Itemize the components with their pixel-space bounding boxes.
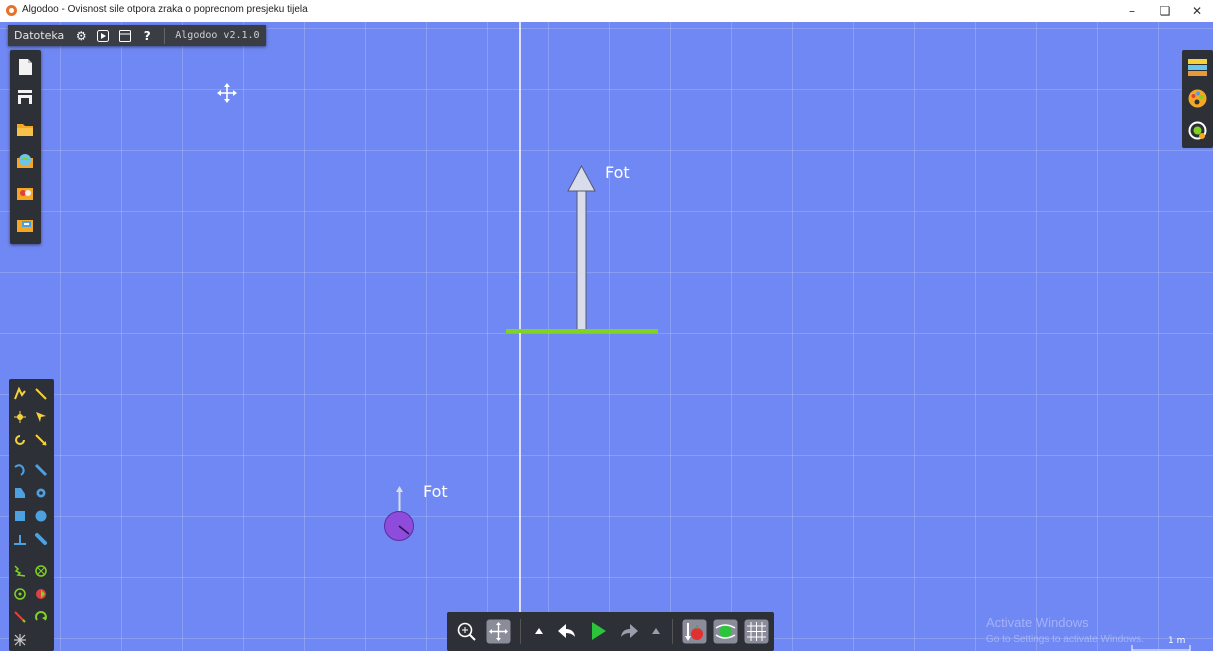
- circle-tool-icon[interactable]: [34, 509, 48, 523]
- hinge-tool-icon[interactable]: [13, 587, 27, 601]
- fixate-tool-icon[interactable]: [34, 564, 48, 578]
- y-axis-line: [519, 22, 521, 651]
- scene-canvas[interactable]: Fot Fot Activate Windows Go to Settings …: [0, 22, 1213, 651]
- open-online-scene-icon[interactable]: [15, 151, 35, 171]
- open-folder-icon[interactable]: [15, 119, 35, 139]
- gravity-icon[interactable]: [682, 619, 707, 644]
- spring-tool-icon[interactable]: [13, 564, 27, 578]
- purple-ball[interactable]: [383, 510, 415, 542]
- redo-icon[interactable]: [619, 621, 639, 641]
- undo-icon[interactable]: [557, 621, 577, 641]
- play-scene-icon[interactable]: [94, 27, 112, 45]
- sketch-tool-icon[interactable]: [13, 387, 27, 401]
- laser-tool-icon[interactable]: [13, 633, 27, 647]
- force-label-large: Fot: [605, 163, 630, 182]
- rope-tool-icon[interactable]: [13, 463, 27, 477]
- main-menubar: Datoteka ⚙ ? Algodoo v2.1.0: [8, 25, 266, 46]
- cut-tool-icon[interactable]: [34, 387, 48, 401]
- new-scene-icon[interactable]: [15, 57, 35, 77]
- color-palette-icon[interactable]: [1187, 88, 1208, 109]
- window-title: Algodoo - Ovisnost sile otpora zraka o p…: [22, 4, 308, 15]
- play-icon[interactable]: [591, 621, 607, 641]
- motor-tool-icon[interactable]: [34, 610, 48, 624]
- pan-icon[interactable]: [486, 619, 511, 644]
- toolbar-separator: [520, 619, 521, 644]
- force-label-small: Fot: [423, 482, 448, 501]
- menu-separator: [164, 27, 166, 44]
- zoom-in-icon[interactable]: [456, 621, 477, 642]
- force-arrow-large: [567, 165, 596, 333]
- right-panel: [1182, 50, 1213, 148]
- polygon-tool-icon[interactable]: [13, 486, 27, 500]
- toolbar-separator: [672, 619, 673, 644]
- plane-tool-icon[interactable]: [13, 532, 27, 546]
- undo-more-icon[interactable]: [535, 628, 543, 634]
- chain-tool-icon[interactable]: [34, 532, 48, 546]
- box-tool-icon[interactable]: [13, 509, 27, 523]
- air-friction-icon[interactable]: [713, 619, 738, 644]
- version-label: Algodoo v2.1.0: [175, 30, 260, 41]
- minimize-button[interactable]: –: [1117, 2, 1147, 20]
- settings-icon[interactable]: ⚙: [72, 27, 90, 45]
- thruster-tool-icon[interactable]: [34, 587, 48, 601]
- drag-tool-icon[interactable]: [34, 410, 48, 424]
- scale-tool-icon[interactable]: [34, 433, 48, 447]
- help-icon[interactable]: ?: [138, 27, 156, 45]
- window-titlebar: Algodoo - Ovisnost sile otpora zraka o p…: [0, 0, 1213, 23]
- close-button[interactable]: ✕: [1182, 2, 1212, 20]
- window-icon[interactable]: [116, 27, 134, 45]
- move-cursor-icon: [217, 83, 237, 103]
- redo-more-icon[interactable]: [652, 628, 660, 634]
- add-scene-object-icon[interactable]: [1187, 120, 1208, 141]
- open-phunlet-icon[interactable]: [15, 183, 35, 203]
- algodoo-logo-icon: [6, 5, 17, 16]
- grid-icon[interactable]: [744, 619, 769, 644]
- file-panel: [10, 50, 41, 244]
- open-lesson-icon[interactable]: [15, 215, 35, 235]
- green-plank[interactable]: [506, 329, 658, 333]
- scale-label: 1 m: [1168, 636, 1186, 646]
- pen-tool-icon[interactable]: [13, 610, 27, 624]
- activate-windows-title: Activate Windows: [986, 615, 1089, 630]
- menu-file[interactable]: Datoteka: [8, 29, 70, 42]
- restore-button[interactable]: ❏: [1150, 2, 1180, 20]
- tool-panel: [9, 379, 54, 651]
- bottom-toolbar: [447, 612, 774, 651]
- brush-tool-icon[interactable]: [34, 463, 48, 477]
- background-layers-icon[interactable]: [1187, 57, 1208, 78]
- activate-windows-subtitle: Go to Settings to activate Windows.: [986, 634, 1144, 645]
- move-tool-icon[interactable]: [13, 410, 27, 424]
- save-scene-icon[interactable]: [15, 87, 35, 107]
- rotate-tool-icon[interactable]: [13, 433, 27, 447]
- gear-tool-icon[interactable]: [34, 486, 48, 500]
